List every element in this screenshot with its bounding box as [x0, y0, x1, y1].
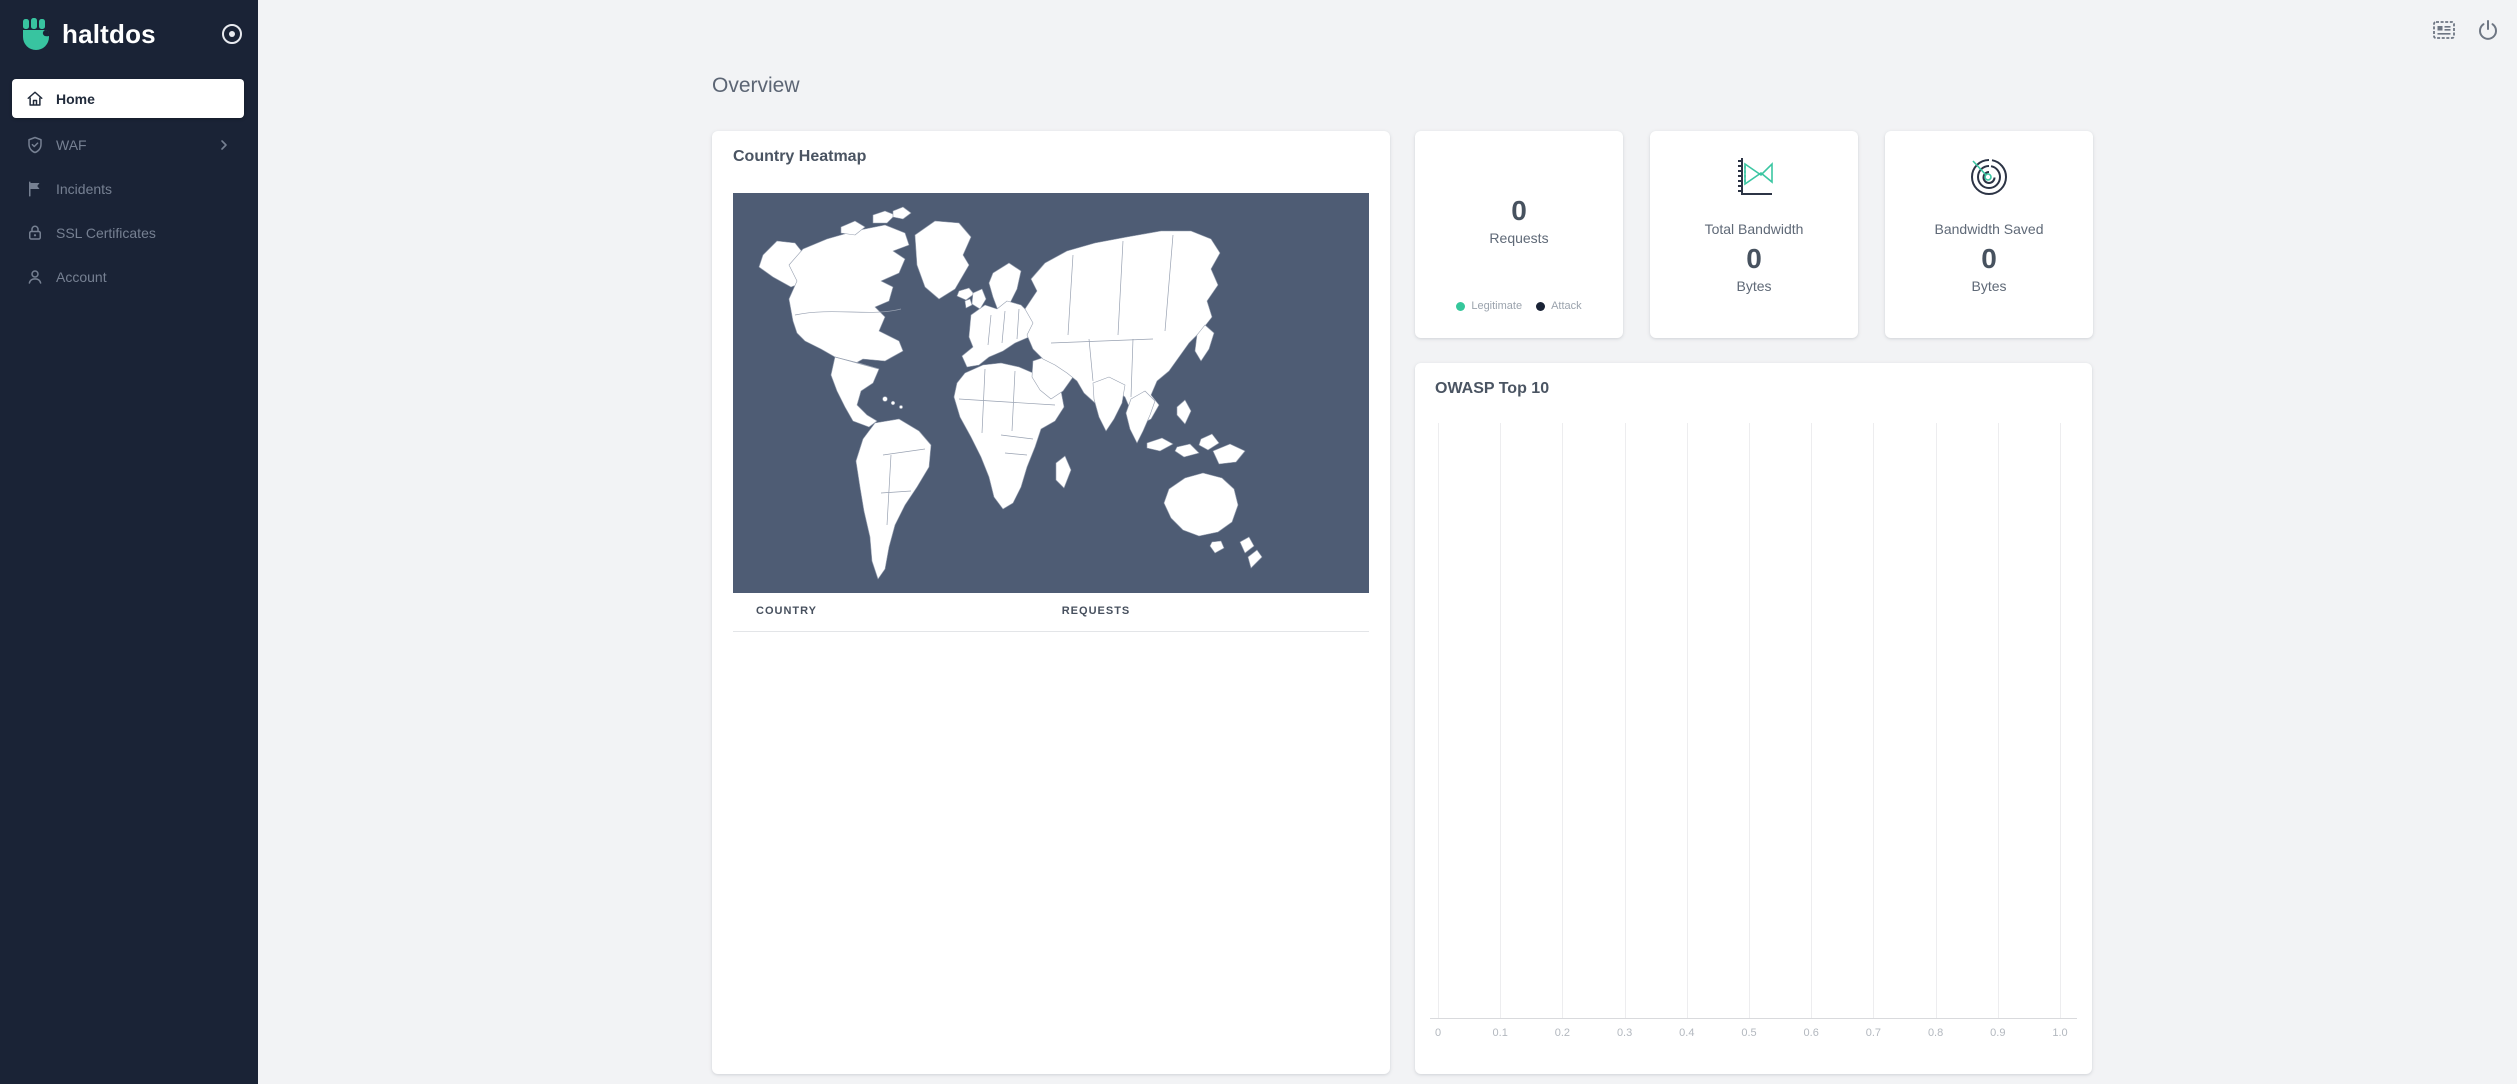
country-heatmap-card: Country Heatmap	[712, 131, 1390, 1074]
stat-value: 0	[1885, 243, 2093, 275]
heatmap-table-header: COUNTRY REQUESTS	[733, 601, 1369, 632]
sidebar-item-label: Home	[56, 91, 95, 107]
stat-unit: Bytes	[1885, 278, 2093, 294]
x-tick-label: 1.0	[2043, 1027, 2077, 1039]
radar-icon	[1885, 153, 2093, 199]
legend-label: Legitimate	[1471, 300, 1522, 312]
x-tick-label: 0.6	[1794, 1027, 1828, 1039]
stat-title: Bandwidth Saved	[1885, 221, 2093, 237]
gridline	[1625, 423, 1626, 1018]
brand-header: haltdos	[20, 12, 244, 56]
x-tick-label: 0.5	[1732, 1027, 1766, 1039]
owasp-plot[interactable]: 0 0.1 0.2 0.3 0.4 0.5 0.6 0.7 0.8 0.9 1.0	[1415, 423, 2092, 1083]
topbar-actions	[2432, 18, 2500, 42]
legend-label: Attack	[1551, 300, 1582, 312]
world-map-svg	[733, 193, 1369, 593]
area-chart-icon	[1650, 153, 1858, 199]
gridline	[1936, 423, 1937, 1018]
sidebar-item-incidents[interactable]: Incidents	[12, 167, 244, 211]
gridline	[1562, 423, 1563, 1018]
record-toggle-icon[interactable]	[220, 22, 244, 46]
x-axis-line	[1430, 1018, 2077, 1019]
total-bandwidth-stat-card: Total Bandwidth 0 Bytes	[1650, 131, 1858, 338]
gridline	[1500, 423, 1501, 1018]
flag-icon	[26, 180, 44, 198]
owasp-top10-card: OWASP Top 10 0 0.1 0.2 0.3 0.4 0.5 0.6 0.7 0.8 0.…	[1415, 363, 2092, 1074]
stat-value: 0	[1650, 243, 1858, 275]
shield-icon	[26, 136, 44, 154]
gridline	[1687, 423, 1688, 1018]
x-tick-label: 0.2	[1545, 1027, 1579, 1039]
brand-name: haltdos	[62, 19, 156, 50]
requests-label: Requests	[1415, 230, 1623, 246]
page-title: Overview	[712, 74, 800, 98]
stat-unit: Bytes	[1650, 278, 1858, 294]
x-tick-label: 0.8	[1919, 1027, 1953, 1039]
sidebar-item-waf[interactable]: WAF	[12, 123, 244, 167]
requests-value: 0	[1415, 195, 1623, 227]
column-header-requests[interactable]: REQUESTS	[733, 605, 1369, 617]
attack-dot-icon	[1536, 302, 1545, 311]
sidebar-item-ssl-certificates[interactable]: SSL Certificates	[12, 211, 244, 255]
legend-item-attack: Attack	[1536, 300, 1582, 312]
x-tick-label: 0.1	[1483, 1027, 1517, 1039]
sidebar-item-label: WAF	[56, 137, 87, 153]
x-tick-label: 0	[1421, 1027, 1455, 1039]
sidebar-item-label: SSL Certificates	[56, 225, 156, 241]
x-tick-label: 0.3	[1608, 1027, 1642, 1039]
app-root: haltdos Home WAF	[0, 0, 2517, 1084]
stat-title: Total Bandwidth	[1650, 221, 1858, 237]
x-tick-label: 0.7	[1856, 1027, 1890, 1039]
legitimate-dot-icon	[1456, 302, 1465, 311]
gridline	[2060, 423, 2061, 1018]
sidebar-nav: Home WAF Incidents	[12, 79, 244, 299]
legend-item-legitimate: Legitimate	[1456, 300, 1522, 312]
user-icon	[26, 268, 44, 286]
x-tick-label: 0.4	[1670, 1027, 1704, 1039]
gridline	[1811, 423, 1812, 1018]
bandwidth-saved-stat-card: Bandwidth Saved 0 Bytes	[1885, 131, 2093, 338]
requests-legend: Legitimate Attack	[1415, 300, 1623, 312]
home-icon	[26, 90, 44, 108]
sidebar-item-label: Account	[56, 269, 107, 285]
gridline	[1873, 423, 1874, 1018]
haltdos-fist-logo-icon	[20, 18, 52, 50]
requests-stat-card: 0 Requests Legitimate Attack	[1415, 131, 1623, 338]
gridline	[1749, 423, 1750, 1018]
sidebar-item-home[interactable]: Home	[12, 79, 244, 118]
card-title: Country Heatmap	[733, 148, 866, 166]
gridline	[1438, 423, 1439, 1018]
chevron-right-icon	[218, 139, 230, 151]
sidebar-item-account[interactable]: Account	[12, 255, 244, 299]
sidebar-item-label: Incidents	[56, 181, 112, 197]
power-icon[interactable]	[2476, 18, 2500, 42]
x-tick-label: 0.9	[1981, 1027, 2015, 1039]
gridline	[1998, 423, 1999, 1018]
world-map[interactable]	[733, 193, 1369, 593]
news-icon[interactable]	[2432, 18, 2456, 42]
lock-icon	[26, 224, 44, 242]
card-title: OWASP Top 10	[1435, 380, 1549, 398]
sidebar: haltdos Home WAF	[0, 0, 258, 1084]
